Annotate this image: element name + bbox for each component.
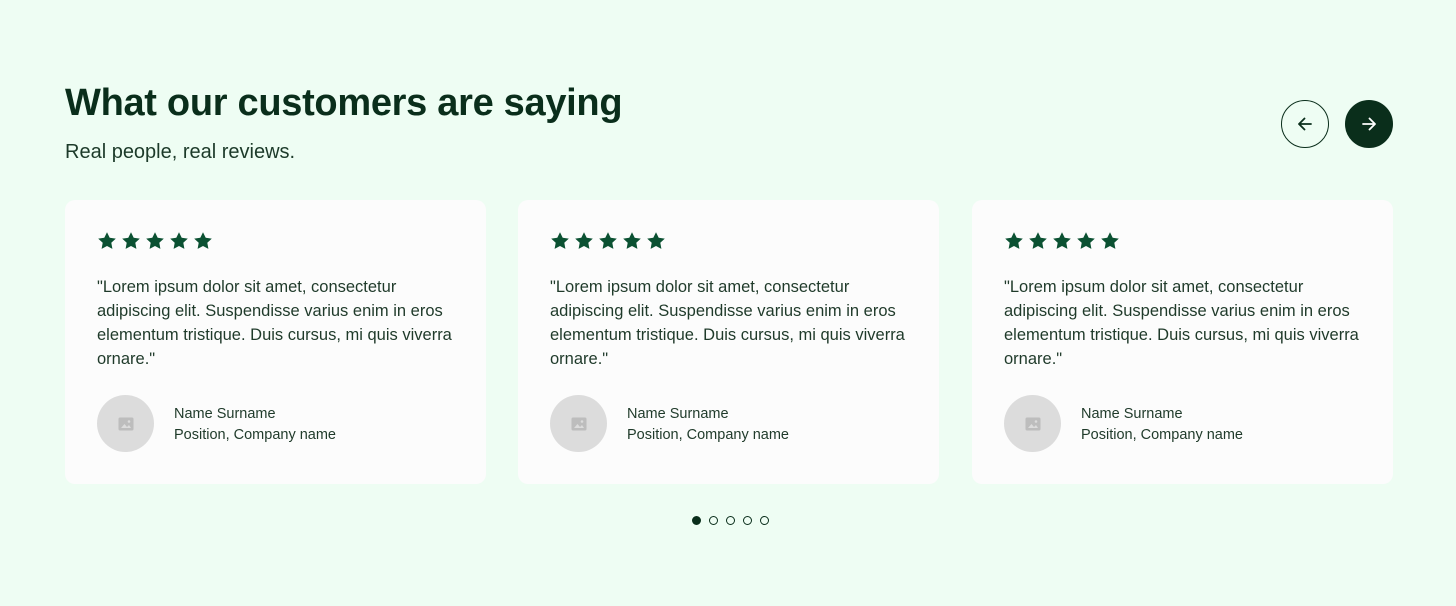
avatar (550, 395, 607, 452)
reviewer-position: Position, Company name (174, 427, 336, 443)
next-slide-button[interactable] (1345, 100, 1393, 148)
avatar (97, 395, 154, 452)
star-icon (623, 232, 641, 249)
image-placeholder-icon (118, 417, 133, 430)
star-icon (1053, 232, 1071, 249)
star-icon (98, 232, 116, 249)
star-icon (647, 232, 665, 249)
reviewer-position: Position, Company name (627, 427, 789, 443)
image-placeholder-icon (571, 417, 586, 430)
reviewer-info: Name Surname Position, Company name (174, 404, 336, 446)
image-placeholder-icon (1025, 417, 1040, 430)
reviewer-name: Name Surname (1081, 406, 1183, 422)
star-icon (575, 232, 593, 249)
testimonials-section: What our customers are saying Real peopl… (0, 0, 1456, 606)
testimonial-card: "Lorem ipsum dolor sit amet, consectetur… (518, 200, 939, 484)
star-icon (1077, 232, 1095, 249)
star-icon (1005, 232, 1023, 249)
star-icon (146, 232, 164, 249)
arrow-left-icon (1298, 117, 1312, 131)
star-rating (550, 231, 666, 251)
pagination-dot[interactable] (760, 516, 769, 525)
star-icon (551, 232, 569, 249)
testimonial-card: "Lorem ipsum dolor sit amet, consectetur… (972, 200, 1393, 484)
slider-pagination (692, 516, 769, 525)
pagination-dot[interactable] (692, 516, 701, 525)
star-rating (97, 231, 213, 251)
avatar (1004, 395, 1061, 452)
star-icon (1101, 232, 1119, 249)
star-icon (599, 232, 617, 249)
star-icon (122, 232, 140, 249)
previous-slide-button[interactable] (1281, 100, 1329, 148)
pagination-dot[interactable] (743, 516, 752, 525)
star-rating (1004, 231, 1120, 251)
testimonial-quote: "Lorem ipsum dolor sit amet, consectetur… (550, 278, 905, 368)
reviewer-info: Name Surname Position, Company name (627, 404, 789, 446)
star-icon (170, 232, 188, 249)
arrow-right-icon (1362, 117, 1376, 131)
reviewer-name: Name Surname (627, 406, 729, 422)
star-icon (1029, 232, 1047, 249)
pagination-dot[interactable] (709, 516, 718, 525)
testimonial-card: "Lorem ipsum dolor sit amet, consectetur… (65, 200, 486, 484)
reviewer-name: Name Surname (174, 406, 276, 422)
pagination-dot[interactable] (726, 516, 735, 525)
section-subtitle: Real people, real reviews. (65, 141, 296, 163)
section-title: What our customers are saying (65, 82, 623, 124)
reviewer-info: Name Surname Position, Company name (1081, 404, 1243, 446)
testimonial-quote: "Lorem ipsum dolor sit amet, consectetur… (1004, 278, 1359, 368)
reviewer-position: Position, Company name (1081, 427, 1243, 443)
testimonial-quote: "Lorem ipsum dolor sit amet, consectetur… (97, 278, 452, 368)
star-icon (194, 232, 212, 249)
